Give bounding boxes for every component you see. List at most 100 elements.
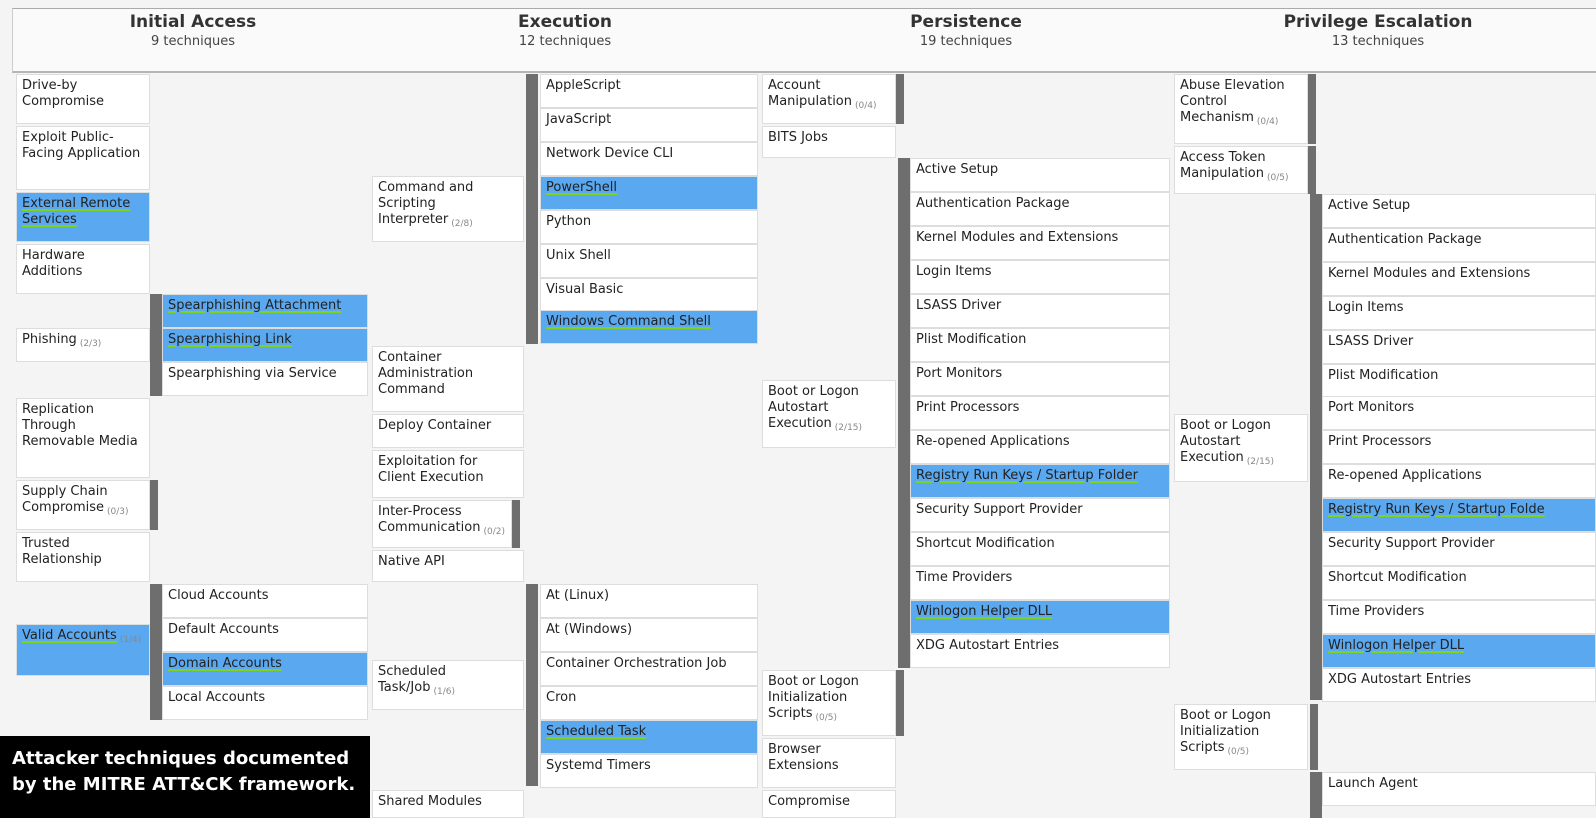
technique-trusted-relationship[interactable]: Trusted Relationship: [16, 532, 150, 582]
subtechnique-spearphishing-attachment[interactable]: Spearphishing Attachment: [162, 294, 368, 328]
subtechnique-xdg-autostart-entries[interactable]: XDG Autostart Entries: [1322, 668, 1596, 702]
technique-shared-modules[interactable]: Shared Modules: [372, 790, 524, 818]
subtechnique-toggle[interactable]: [1310, 194, 1318, 700]
subtechnique-time-providers[interactable]: Time Providers: [1322, 600, 1596, 634]
technique-exploit-public-facing[interactable]: Exploit Public-Facing Application: [16, 126, 150, 190]
subtechnique-windows-command-shell[interactable]: Windows Command Shell: [540, 310, 758, 344]
subtechnique-login-items[interactable]: Login Items: [910, 260, 1170, 294]
technique-inter-process-communication[interactable]: Inter-Process Communication (0/2): [372, 500, 512, 548]
subtechnique-shortcut-modification[interactable]: Shortcut Modification: [910, 532, 1170, 566]
technique-bits-jobs[interactable]: BITS Jobs: [762, 126, 896, 158]
technique-compromise[interactable]: Compromise: [762, 790, 896, 818]
subtechnique-container-orchestration-job[interactable]: Container Orchestration Job: [540, 652, 758, 686]
tactic-execution[interactable]: Execution 12 techniques: [415, 12, 715, 49]
technique-label: Deploy Container: [378, 418, 492, 433]
subtechnique-toggle[interactable]: [150, 480, 158, 530]
technique-deploy-container[interactable]: Deploy Container: [372, 414, 524, 448]
subtechnique-active-setup[interactable]: Active Setup: [1322, 194, 1596, 228]
subtechnique-shortcut-modification[interactable]: Shortcut Modification: [1322, 566, 1596, 600]
technique-label: Winlogon Helper DLL: [1328, 638, 1465, 653]
subtechnique-authentication-package[interactable]: Authentication Package: [1322, 228, 1596, 262]
subtechnique-at-linux[interactable]: At (Linux): [540, 584, 758, 618]
subtechnique-authentication-package[interactable]: Authentication Package: [910, 192, 1170, 226]
subtechnique-unix-shell[interactable]: Unix Shell: [540, 244, 758, 278]
subtechnique-time-providers[interactable]: Time Providers: [910, 566, 1170, 600]
technique-label: Trusted Relationship: [22, 536, 102, 567]
subtechnique-toggle[interactable]: [896, 74, 904, 124]
technique-phishing[interactable]: Phishing (2/3): [16, 328, 150, 362]
subtechnique-toggle[interactable]: [1310, 704, 1318, 770]
subtechnique-toggle[interactable]: [526, 584, 534, 786]
subtechnique-kernel-modules[interactable]: Kernel Modules and Extensions: [1322, 262, 1596, 296]
subtechnique-toggle[interactable]: [1308, 74, 1316, 144]
technique-boot-logon-autostart-pe[interactable]: Boot or Logon Autostart Execution (2/15): [1174, 414, 1308, 482]
subtechnique-toggle[interactable]: [512, 500, 520, 548]
technique-replication-removable-media[interactable]: Replication Through Removable Media: [16, 398, 150, 478]
subtechnique-print-processors[interactable]: Print Processors: [910, 396, 1170, 430]
technique-boot-logon-init-scripts[interactable]: Boot or Logon Initialization Scripts (0/5…: [762, 670, 896, 736]
subtechnique-toggle[interactable]: [150, 584, 158, 720]
subtechnique-winlogon-helper-dll[interactable]: Winlogon Helper DLL: [1322, 634, 1596, 668]
subtechnique-security-support-provider[interactable]: Security Support Provider: [1322, 532, 1596, 566]
technique-drive-by-compromise[interactable]: Drive-by Compromise: [16, 74, 150, 124]
technique-supply-chain-compromise[interactable]: Supply Chain Compromise (0/3): [16, 480, 150, 530]
technique-account-manipulation[interactable]: Account Manipulation (0/4): [762, 74, 896, 124]
technique-boot-logon-autostart[interactable]: Boot or Logon Autostart Execution (2/15): [762, 380, 896, 448]
technique-access-token-manipulation[interactable]: Access Token Manipulation (0/5): [1174, 146, 1308, 194]
technique-exploitation-client-execution[interactable]: Exploitation for Client Execution: [372, 450, 524, 498]
subtechnique-systemd-timers[interactable]: Systemd Timers: [540, 754, 758, 788]
subtechnique-active-setup[interactable]: Active Setup: [910, 158, 1170, 192]
subtechnique-lsass-driver[interactable]: LSASS Driver: [910, 294, 1170, 328]
subtechnique-launch-agent[interactable]: Launch Agent: [1322, 772, 1596, 806]
subtechnique-print-processors[interactable]: Print Processors: [1322, 430, 1596, 464]
tactic-initial-access[interactable]: Initial Access 9 techniques: [43, 12, 343, 49]
subtechnique-port-monitors[interactable]: Port Monitors: [1322, 396, 1596, 430]
subtechnique-spearphishing-link[interactable]: Spearphishing Link: [162, 328, 368, 362]
subtechnique-kernel-modules[interactable]: Kernel Modules and Extensions: [910, 226, 1170, 260]
subtechnique-registry-run-keys[interactable]: Registry Run Keys / Startup Folde: [1322, 498, 1596, 532]
subtechnique-security-support-provider[interactable]: Security Support Provider: [910, 498, 1170, 532]
subtechnique-scheduled-task[interactable]: Scheduled Task: [540, 720, 758, 754]
subtechnique-plist-modification[interactable]: Plist Modification: [1322, 364, 1596, 398]
subtechnique-javascript[interactable]: JavaScript: [540, 108, 758, 142]
subtechnique-network-device-cli[interactable]: Network Device CLI: [540, 142, 758, 176]
technique-valid-accounts[interactable]: Valid Accounts (1/4): [16, 624, 150, 676]
tactic-persistence[interactable]: Persistence 19 techniques: [816, 12, 1116, 49]
subtechnique-cloud-accounts[interactable]: Cloud Accounts: [162, 584, 368, 618]
tactic-privilege-escalation[interactable]: Privilege Escalation 13 techniques: [1228, 12, 1528, 49]
technique-hardware-additions[interactable]: Hardware Additions: [16, 244, 150, 294]
subtechnique-reopened-applications[interactable]: Re-opened Applications: [910, 430, 1170, 464]
subtechnique-winlogon-helper-dll[interactable]: Winlogon Helper DLL: [910, 600, 1170, 634]
subtechnique-lsass-driver[interactable]: LSASS Driver: [1322, 330, 1596, 364]
subtechnique-spearphishing-via-service[interactable]: Spearphishing via Service: [162, 362, 368, 396]
technique-command-scripting-interpreter[interactable]: Command and Scripting Interpreter (2/8): [372, 176, 524, 242]
subtechnique-port-monitors[interactable]: Port Monitors: [910, 362, 1170, 396]
subtechnique-toggle[interactable]: [1310, 772, 1318, 818]
technique-native-api[interactable]: Native API: [372, 550, 524, 582]
subtechnique-at-windows[interactable]: At (Windows): [540, 618, 758, 652]
technique-browser-extensions[interactable]: Browser Extensions: [762, 738, 896, 788]
subtechnique-reopened-applications[interactable]: Re-opened Applications: [1322, 464, 1596, 498]
technique-external-remote-services[interactable]: External Remote Services: [16, 192, 150, 242]
subtechnique-local-accounts[interactable]: Local Accounts: [162, 686, 368, 720]
subtechnique-default-accounts[interactable]: Default Accounts: [162, 618, 368, 652]
subtechnique-toggle[interactable]: [896, 670, 904, 736]
subtechnique-plist-modification[interactable]: Plist Modification: [910, 328, 1170, 362]
subtechnique-registry-run-keys[interactable]: Registry Run Keys / Startup Folder: [910, 464, 1170, 498]
technique-abuse-elevation-control[interactable]: Abuse Elevation Control Mechanism (0/4): [1174, 74, 1308, 144]
subtechnique-visual-basic[interactable]: Visual Basic: [540, 278, 758, 312]
subtechnique-toggle[interactable]: [526, 74, 534, 344]
subtechnique-powershell[interactable]: PowerShell: [540, 176, 758, 210]
technique-container-administration-command[interactable]: Container Administration Command: [372, 346, 524, 412]
subtechnique-toggle[interactable]: [150, 294, 158, 396]
technique-scheduled-task-job[interactable]: Scheduled Task/Job (1/6): [372, 660, 524, 710]
subtechnique-xdg-autostart-entries[interactable]: XDG Autostart Entries: [910, 634, 1170, 668]
subtechnique-login-items[interactable]: Login Items: [1322, 296, 1596, 330]
subtechnique-cron[interactable]: Cron: [540, 686, 758, 720]
subtechnique-python[interactable]: Python: [540, 210, 758, 244]
subtechnique-domain-accounts[interactable]: Domain Accounts: [162, 652, 368, 686]
subtechnique-toggle[interactable]: [1308, 146, 1316, 194]
technique-boot-logon-init-scripts-pe[interactable]: Boot or Logon Initialization Scripts (0/5…: [1174, 704, 1308, 770]
subtechnique-applescript[interactable]: AppleScript: [540, 74, 758, 108]
subtechnique-toggle[interactable]: [898, 158, 906, 668]
